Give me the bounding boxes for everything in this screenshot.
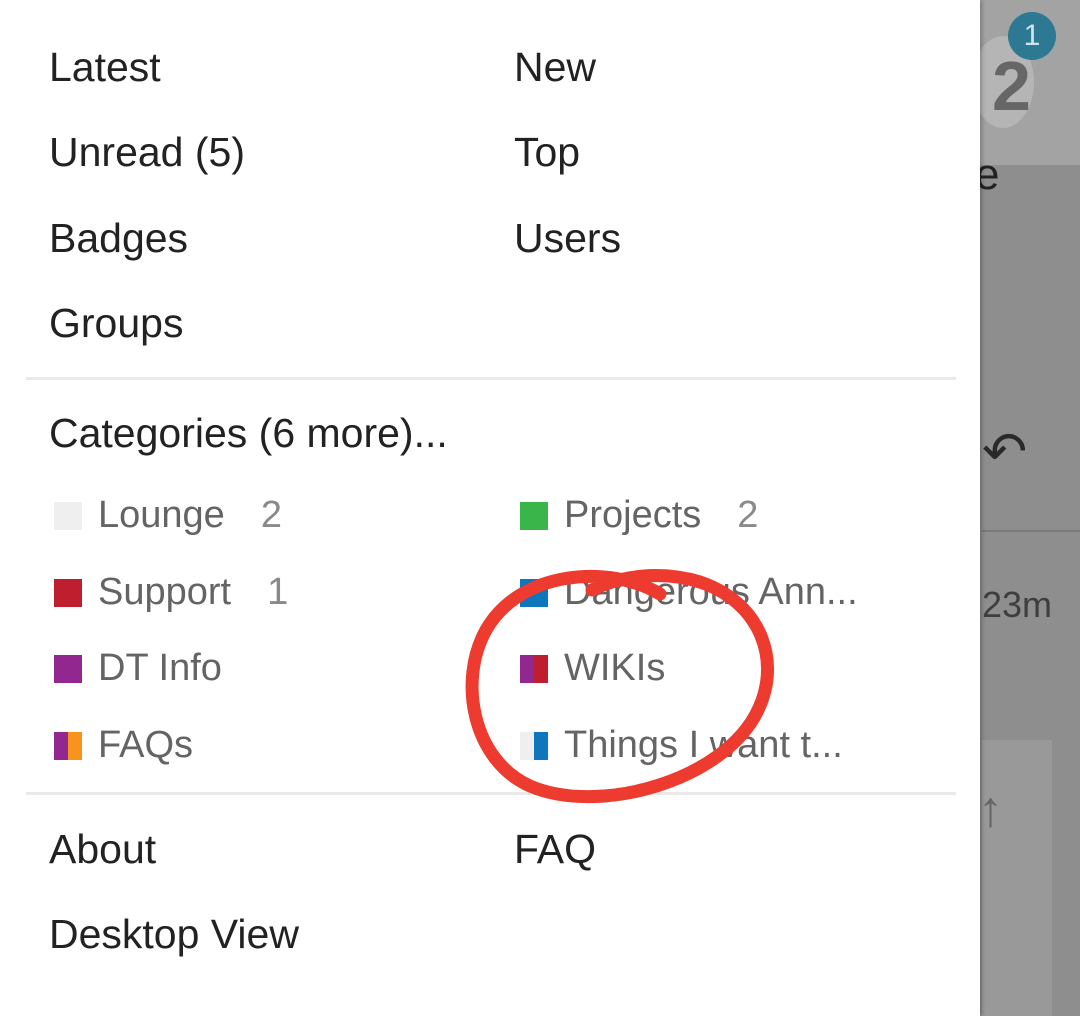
swatch-color — [54, 654, 82, 683]
swatch-color — [68, 731, 82, 760]
menu-link-top[interactable]: Top — [514, 129, 580, 176]
notification-badge[interactable]: 1 — [1008, 12, 1056, 60]
category-count: 2 — [737, 494, 759, 536]
menu-link-desktop-view[interactable]: Desktop View — [49, 911, 299, 958]
category-name: FAQs — [98, 724, 194, 766]
category-name: DT Info — [98, 647, 222, 689]
menu-link-groups[interactable]: Groups — [49, 300, 183, 347]
swatch-color — [520, 654, 534, 683]
category-things-i-want[interactable]: Things I want t... — [520, 724, 843, 767]
swatch-color — [534, 654, 548, 683]
category-dangerous-announcements[interactable]: Dangerous Ann... — [520, 571, 858, 614]
category-swatch — [520, 654, 548, 683]
category-support[interactable]: Support 1 — [54, 571, 288, 614]
categories-heading[interactable]: Categories (6 more)... — [49, 410, 448, 457]
category-projects[interactable]: Projects 2 — [520, 494, 758, 537]
swatch-color — [520, 578, 548, 607]
category-name: Projects — [564, 494, 702, 536]
swatch-color — [534, 731, 548, 760]
menu-divider — [26, 792, 956, 795]
hamburger-menu: Latest New Unread (5) Top Badges Users G… — [0, 0, 980, 1016]
category-swatch — [520, 731, 548, 760]
menu-link-badges[interactable]: Badges — [49, 215, 188, 262]
swatch-color — [520, 501, 548, 530]
category-name: WIKIs — [564, 647, 666, 689]
menu-link-about[interactable]: About — [49, 826, 156, 873]
menu-link-latest[interactable]: Latest — [49, 44, 161, 91]
category-swatch — [54, 731, 82, 760]
category-swatch — [54, 578, 82, 607]
menu-link-faq[interactable]: FAQ — [514, 826, 596, 873]
menu-link-users[interactable]: Users — [514, 215, 621, 262]
category-swatch — [54, 654, 82, 683]
category-name: Dangerous Ann... — [564, 571, 858, 613]
category-count: 1 — [267, 571, 289, 613]
category-dt-info[interactable]: DT Info — [54, 647, 222, 690]
menu-divider — [26, 377, 956, 380]
category-name: Support — [98, 571, 232, 613]
reply-icon: ↶ — [982, 422, 1028, 482]
category-count: 2 — [260, 494, 282, 536]
category-name: Things I want t... — [564, 724, 843, 766]
category-swatch — [520, 578, 548, 607]
category-swatch — [520, 501, 548, 530]
up-arrow-icon: ↑ — [978, 781, 1003, 837]
category-faqs[interactable]: FAQs — [54, 724, 193, 767]
category-name: Lounge — [98, 494, 225, 536]
swatch-color — [54, 731, 68, 760]
category-wikis[interactable]: WIKIs — [520, 647, 665, 690]
swatch-color — [54, 578, 82, 607]
menu-link-new[interactable]: New — [514, 44, 596, 91]
swatch-color — [520, 731, 534, 760]
background-divider — [982, 530, 1080, 532]
category-lounge[interactable]: Lounge 2 — [54, 494, 282, 537]
swatch-color — [54, 501, 82, 530]
post-time: 23m — [982, 584, 1053, 625]
menu-link-unread[interactable]: Unread (5) — [49, 129, 245, 176]
category-swatch — [54, 501, 82, 530]
